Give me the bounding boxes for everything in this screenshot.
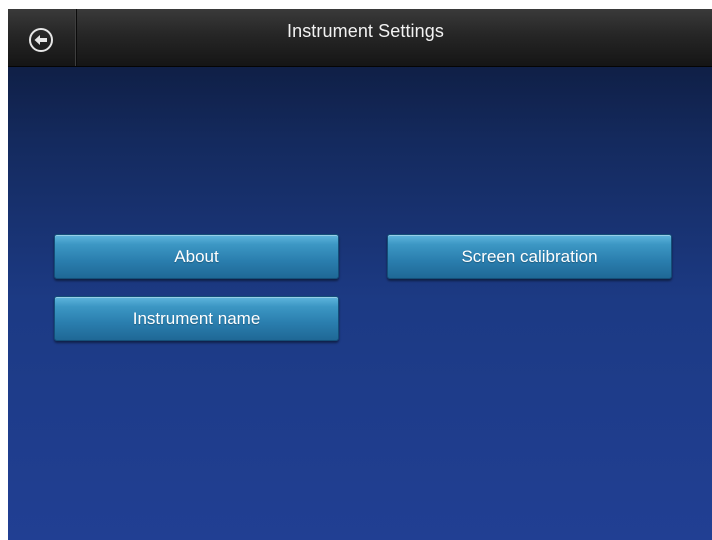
about-button[interactable]: About [54, 234, 339, 279]
settings-screen: Instrument Settings About Screen calibra… [8, 9, 712, 540]
page-title: Instrument Settings [287, 21, 444, 41]
back-button[interactable] [8, 9, 76, 66]
screen-calibration-button[interactable]: Screen calibration [387, 234, 672, 279]
title-bar: Instrument Settings [8, 9, 712, 67]
back-arrow-circle-icon [29, 28, 53, 52]
instrument-name-button[interactable]: Instrument name [54, 296, 339, 341]
